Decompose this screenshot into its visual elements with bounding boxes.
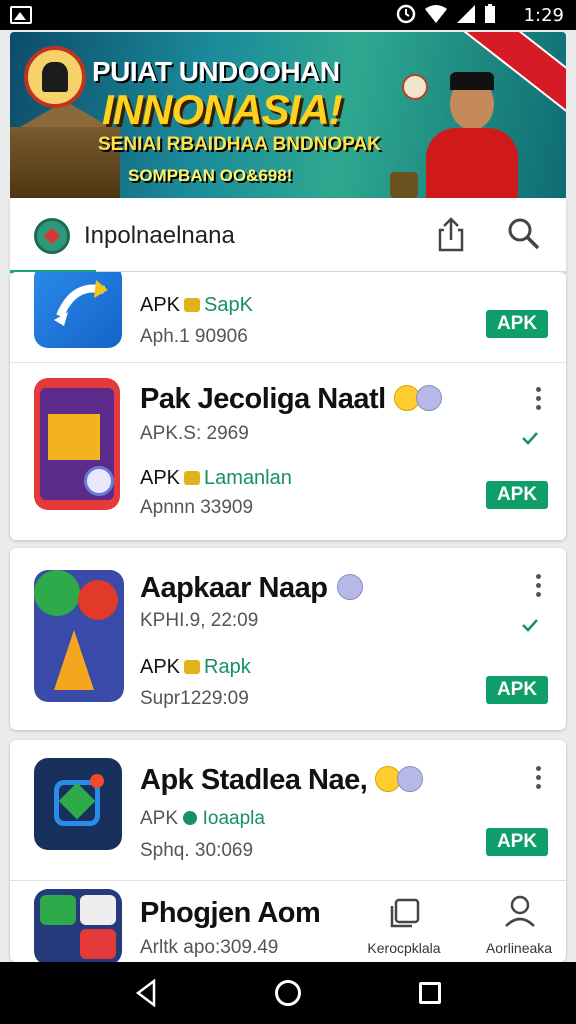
app-list-card: Aapkaar Naap KPHI.9, 22:09 APK Rapk Supr1… bbox=[10, 548, 566, 730]
app-name: Pak Jecoliga Naatl bbox=[140, 383, 442, 416]
app-meta: Aph.1 90906 bbox=[140, 326, 248, 347]
profile-icon bbox=[505, 895, 535, 927]
share-icon[interactable] bbox=[434, 216, 468, 252]
banner-title: PUIAT UNDOOHAN bbox=[92, 56, 340, 87]
refresh-app-icon bbox=[34, 272, 122, 348]
app-name: Phogjen Aom bbox=[140, 897, 321, 929]
banner-subtitle: SENIAI RBAIDHAA BNDNOPAK bbox=[98, 134, 381, 155]
bottom-nav-item-copy[interactable]: Kerocpklala bbox=[356, 890, 452, 962]
alarm-icon bbox=[396, 4, 416, 24]
tools-app-icon bbox=[34, 889, 122, 962]
list-item[interactable]: Pak Jecoliga Naatl APK.S: 2969 APK Lamanl… bbox=[10, 363, 566, 540]
seal-logo bbox=[24, 46, 86, 108]
app-bar-title: Inpolnaelnana bbox=[84, 222, 235, 249]
home-icon[interactable] bbox=[275, 980, 301, 1006]
app-name: Aapkaar Naap bbox=[140, 572, 364, 605]
app-meta: APK Ioaapla bbox=[140, 808, 265, 829]
app-list-card: APK SapK Aph.1 90906 APK Pak Jecoliga Naa… bbox=[10, 272, 566, 540]
wifi-icon bbox=[425, 5, 447, 23]
list-item[interactable]: Aapkaar Naap KPHI.9, 22:09 APK Rapk Supr1… bbox=[10, 548, 566, 730]
bag-graphic bbox=[390, 172, 418, 198]
compass-app-icon bbox=[34, 758, 122, 850]
more-options-icon[interactable] bbox=[536, 766, 542, 790]
status-time: 1:29 bbox=[523, 5, 564, 26]
check-icon bbox=[522, 432, 538, 445]
app-tagline: APK Lamanlan bbox=[140, 467, 292, 489]
apk-download-button[interactable]: APK bbox=[486, 481, 548, 509]
bottom-nav-item-profile[interactable]: Aorlineaka bbox=[472, 890, 566, 962]
more-options-icon[interactable] bbox=[536, 387, 542, 411]
check-icon bbox=[522, 619, 538, 632]
app-store-icon bbox=[34, 378, 120, 510]
battery-icon bbox=[485, 4, 495, 23]
app-meta-secondary: Supr1229:09 bbox=[140, 688, 249, 709]
signal-icon bbox=[457, 5, 475, 23]
apk-download-button[interactable]: APK bbox=[486, 828, 548, 856]
list-item[interactable]: APK SapK Aph.1 90906 APK bbox=[10, 272, 566, 362]
app-meta: KPHI.9, 22:09 bbox=[140, 610, 259, 631]
promo-banner[interactable]: PUIAT UNDOOHAN INNONASIA! SENIAI RBAIDHA… bbox=[10, 32, 566, 198]
banner-subtitle-2: SOMPBAN OO&698! bbox=[128, 166, 293, 185]
face-emoji-icon bbox=[337, 574, 364, 600]
app-meta-secondary: Apnnn 33909 bbox=[140, 497, 254, 518]
app-name: Apk Stadlea Nae, bbox=[140, 764, 424, 797]
face-emoji-icon bbox=[415, 385, 442, 411]
app-meta: APK.S: 2969 bbox=[140, 423, 249, 444]
back-icon[interactable] bbox=[134, 979, 158, 1007]
app-tagline: APK Rapk bbox=[140, 656, 251, 678]
status-icons bbox=[396, 4, 496, 24]
app-meta-secondary: Sphq. 30:069 bbox=[140, 840, 254, 861]
maps-app-icon bbox=[34, 570, 124, 702]
bottom-nav-label: Aorlineaka bbox=[485, 940, 553, 956]
search-icon[interactable] bbox=[506, 216, 542, 252]
person-graphic bbox=[422, 72, 522, 198]
gallery-icon bbox=[10, 6, 32, 24]
list-item[interactable]: Apk Stadlea Nae, APK Ioaapla Sphq. 30:06… bbox=[10, 740, 566, 880]
app-meta: Arltk apo:309.49 bbox=[140, 937, 279, 958]
banner-headline: INNONASIA! bbox=[102, 86, 343, 133]
recent-apps-icon[interactable] bbox=[419, 982, 441, 1004]
apk-download-button[interactable]: APK bbox=[486, 676, 548, 704]
copy-icon bbox=[390, 898, 420, 928]
bottom-nav-label: Kerocpklala bbox=[367, 940, 441, 956]
status-bar: 1:29 bbox=[0, 0, 576, 30]
app-tagline: APK SapK bbox=[140, 294, 253, 316]
app-bar: Inpolnaelnana bbox=[10, 198, 566, 273]
app-logo-icon[interactable] bbox=[34, 218, 70, 254]
face-emoji-icon bbox=[397, 766, 424, 792]
more-options-icon[interactable] bbox=[536, 574, 542, 598]
system-nav-bar bbox=[0, 962, 576, 1024]
apk-download-button[interactable]: APK bbox=[486, 310, 548, 338]
app-list-card: Apk Stadlea Nae, APK Ioaapla Sphq. 30:06… bbox=[10, 740, 566, 962]
